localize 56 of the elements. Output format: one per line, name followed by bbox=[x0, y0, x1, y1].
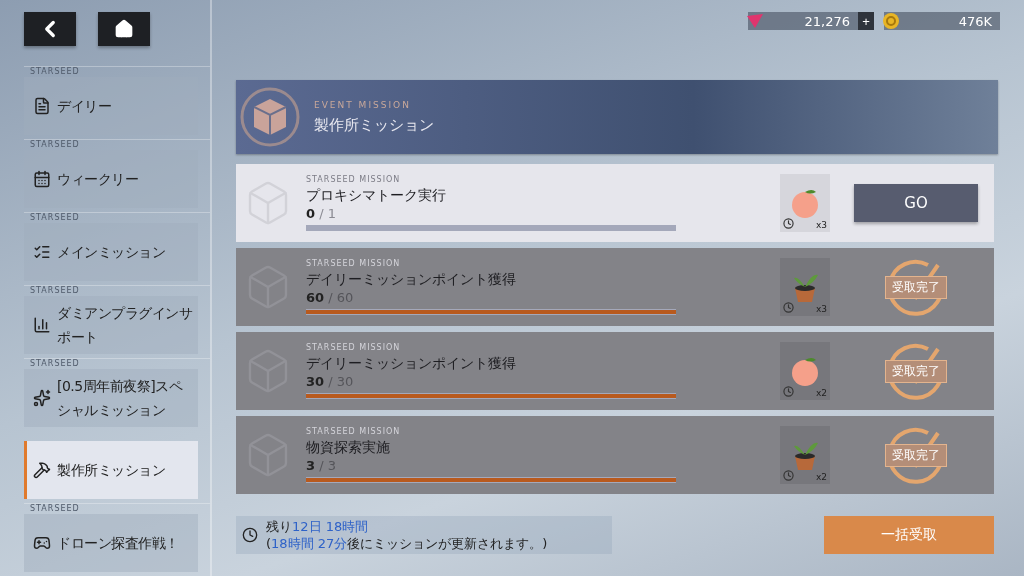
item-tag: STARSEED bbox=[24, 503, 210, 514]
item-tag: STARSEED bbox=[24, 212, 210, 223]
sidebar-item[interactable]: メインミッション bbox=[24, 223, 198, 281]
sidebar-item[interactable]: ダミアンプラグインサポート bbox=[24, 296, 198, 354]
sparkle-icon bbox=[33, 389, 51, 407]
coin-icon bbox=[882, 12, 900, 30]
currency-amount: 476K bbox=[957, 13, 993, 29]
mission-title: 物資探索実施 bbox=[306, 438, 391, 457]
item-tag: STARSEED bbox=[24, 66, 210, 77]
claimed-label: 受取完了 bbox=[885, 359, 947, 383]
claimed-label: 受取完了 bbox=[885, 275, 947, 299]
reward-count: x2 bbox=[815, 472, 827, 482]
item-tag: STARSEED bbox=[24, 285, 210, 296]
header-subtitle: EVENT MISSION bbox=[314, 99, 412, 110]
reward-item[interactable]: x2 bbox=[780, 342, 830, 400]
mission-title: デイリーミッションポイント獲得 bbox=[306, 354, 517, 373]
sidebar-item[interactable]: ドローン探査作戦！ bbox=[24, 514, 198, 572]
mission-tag: STARSEED MISSION bbox=[306, 343, 676, 353]
mission-title: デイリーミッションポイント獲得 bbox=[306, 270, 517, 289]
sidebar-item[interactable]: 製作所ミッション bbox=[24, 441, 198, 499]
home-button[interactable] bbox=[98, 12, 150, 46]
mission-tag: STARSEED MISSION bbox=[306, 427, 676, 437]
mission-title: プロキシマトーク実行 bbox=[306, 186, 447, 205]
reward-item[interactable]: x3 bbox=[780, 258, 830, 316]
mission-tag: STARSEED MISSION bbox=[306, 259, 676, 269]
bar-chart-icon bbox=[33, 316, 51, 334]
reward-item[interactable]: x3 bbox=[780, 174, 830, 232]
gamepad-icon bbox=[33, 534, 51, 552]
add-currency-button[interactable]: + bbox=[858, 12, 874, 30]
reward-item[interactable]: x2 bbox=[780, 426, 830, 484]
clock-icon bbox=[783, 470, 794, 481]
clock-icon bbox=[783, 218, 794, 229]
mission-progress: 0 / 1 bbox=[306, 205, 337, 222]
back-button[interactable] bbox=[24, 12, 76, 46]
gem-icon bbox=[746, 13, 764, 29]
document-icon bbox=[33, 97, 51, 115]
mission-tag: STARSEED MISSION bbox=[306, 175, 676, 185]
hammer-icon bbox=[33, 461, 51, 479]
calendar-icon bbox=[33, 170, 51, 188]
remaining-time-text: 残り 12日 18時間 (18時間 27分後にミッションが更新されます。) bbox=[266, 518, 548, 552]
list-icon bbox=[33, 243, 51, 261]
clock-icon bbox=[783, 302, 794, 313]
item-tag: STARSEED bbox=[24, 358, 210, 369]
cube-emblem-icon bbox=[240, 87, 300, 147]
home-icon bbox=[114, 19, 134, 39]
currency-amount: 21,276 bbox=[803, 13, 851, 29]
go-button[interactable]: GO bbox=[854, 184, 978, 222]
reward-count: x3 bbox=[815, 220, 827, 230]
header-title: 製作所ミッション bbox=[314, 115, 434, 135]
clock-icon bbox=[242, 527, 258, 543]
reward-count: x3 bbox=[815, 304, 827, 314]
sidebar-item[interactable]: [0.5周年前夜祭]スペシャルミッション bbox=[24, 369, 198, 427]
item-tag: STARSEED bbox=[24, 139, 210, 150]
reward-count: x2 bbox=[815, 388, 827, 398]
clock-icon bbox=[783, 386, 794, 397]
claimed-label: 受取完了 bbox=[885, 443, 947, 467]
